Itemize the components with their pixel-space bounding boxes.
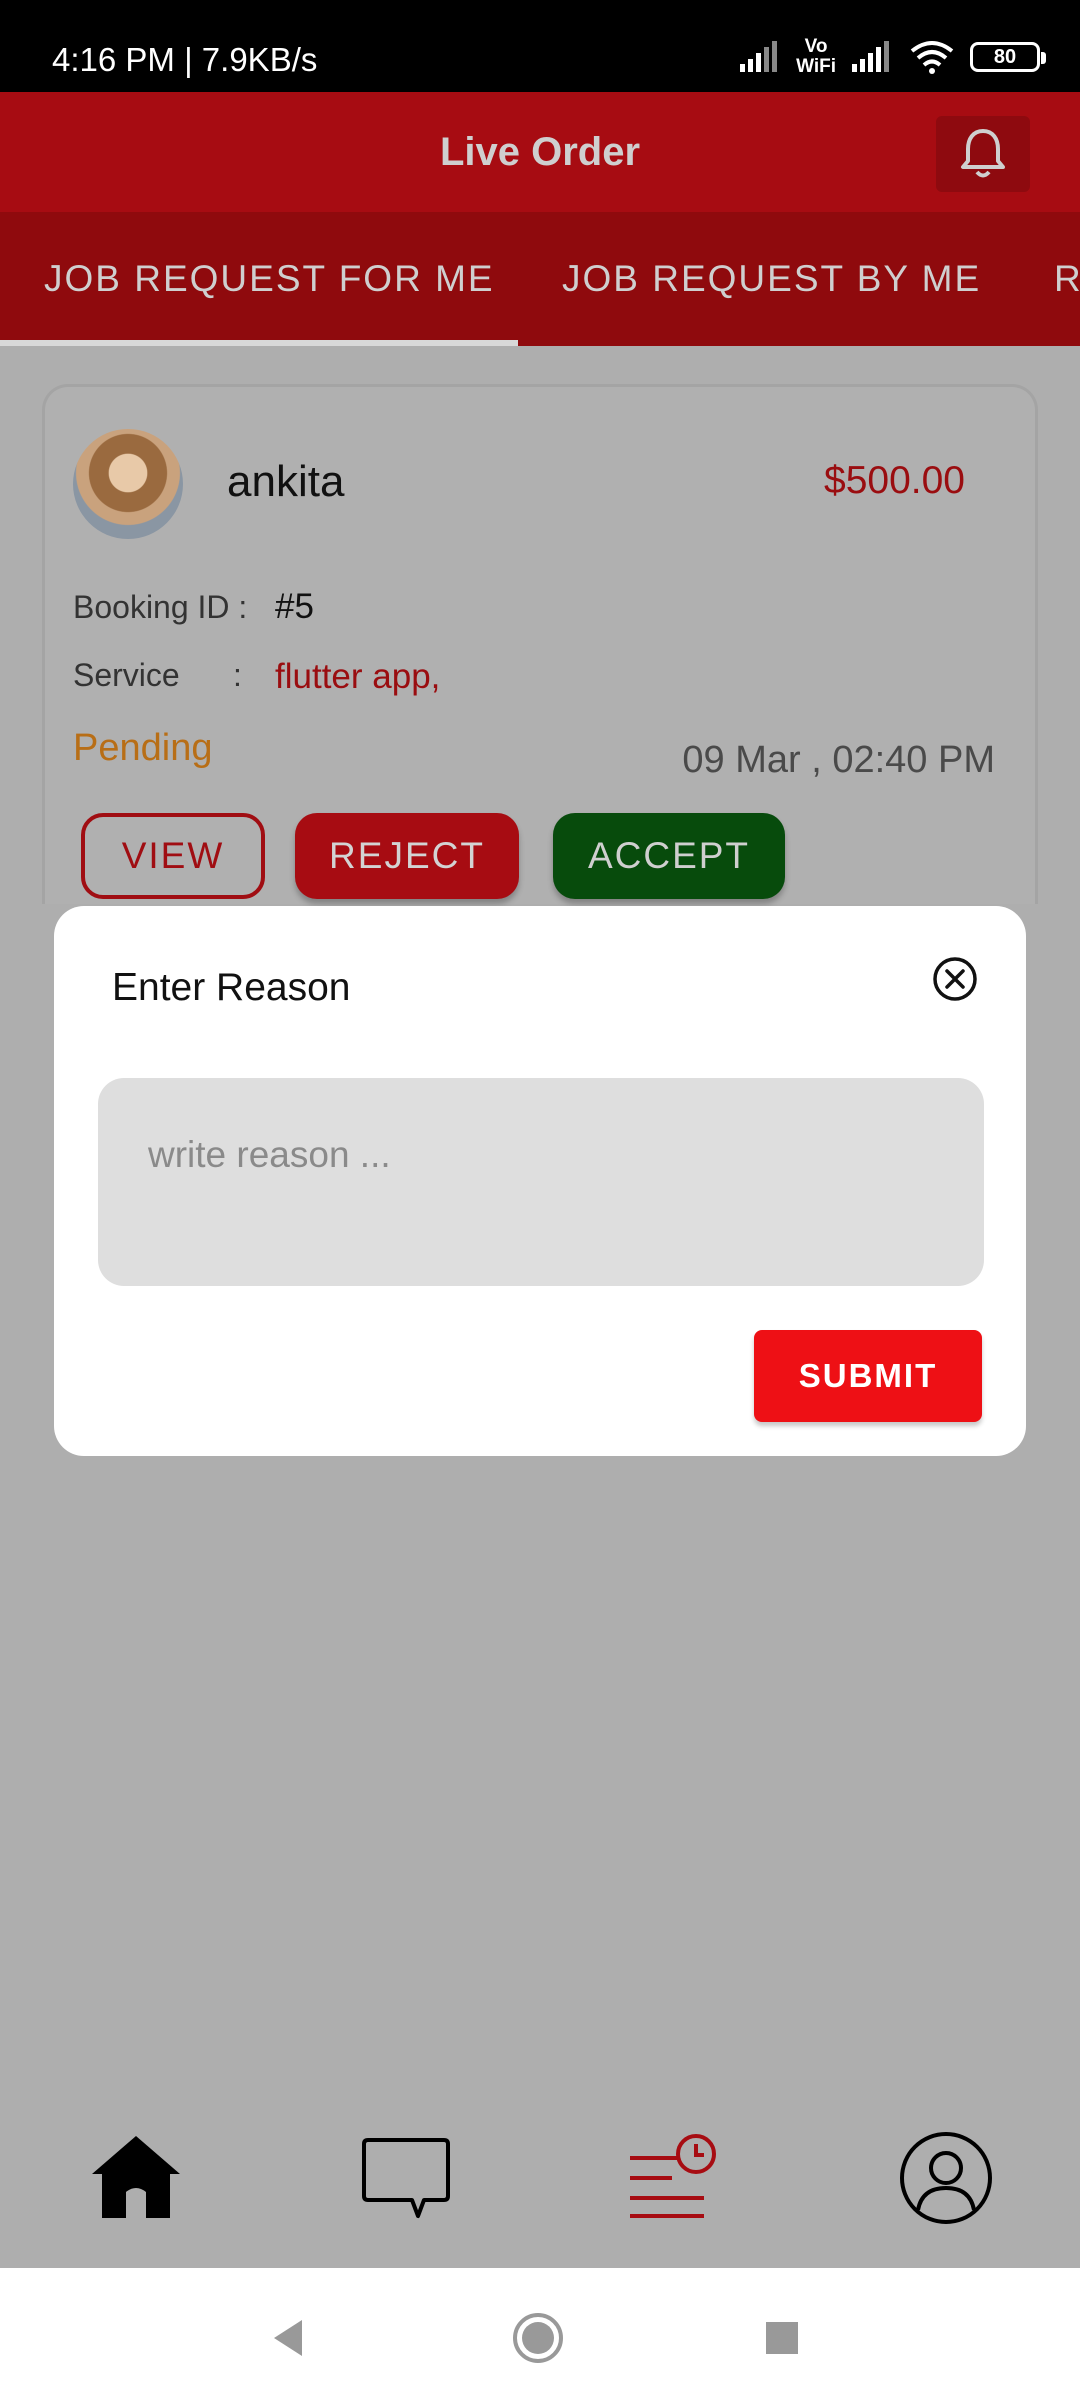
status-time: 4:16 PM | 7.9KB/s (52, 41, 318, 78)
vowifi-indicator: Vo WiFi (796, 36, 836, 77)
nav-profile[interactable] (896, 2128, 996, 2228)
service-value: flutter app, (275, 657, 441, 696)
system-home-button[interactable] (508, 2308, 568, 2368)
order-datetime: 09 Mar , 02:40 PM (682, 739, 995, 781)
booking-id-value: #5 (275, 587, 314, 626)
reject-button[interactable]: REJECT (295, 813, 519, 899)
status-badge: Pending (73, 727, 213, 769)
dialog-title: Enter Reason (112, 966, 351, 1009)
reason-input[interactable] (98, 1078, 984, 1286)
nav-home[interactable] (86, 2128, 186, 2228)
close-icon (933, 957, 977, 1001)
notification-button[interactable] (936, 116, 1030, 192)
wifi-icon (910, 41, 954, 74)
tab-job-request-by-me[interactable]: JOB REQUEST BY ME (562, 212, 981, 346)
order-card: ankita $500.00 Booking ID : #5 Service :… (42, 384, 1038, 904)
nav-chat[interactable] (356, 2128, 456, 2228)
signal-icon (740, 41, 778, 72)
service-label: Service : (73, 657, 242, 693)
status-icons: Vo WiFi 80 (738, 32, 1046, 82)
status-bar: 4:16 PM | 7.9KB/s Vo WiFi 80 (0, 0, 1080, 92)
home-circle-icon (513, 2313, 563, 2363)
accept-button[interactable]: ACCEPT (553, 813, 785, 899)
back-triangle-icon (274, 2320, 302, 2356)
app-header: Live Order (0, 92, 1080, 212)
reason-dialog: Enter Reason write reason ... SUBMIT (54, 906, 1026, 1456)
bottom-nav (0, 2090, 1080, 2268)
system-recents-button[interactable] (752, 2308, 812, 2368)
chat-icon (362, 2138, 450, 2218)
tab-bar: JOB REQUEST FOR ME JOB REQUEST BY ME R (0, 212, 1080, 346)
home-icon (92, 2136, 180, 2218)
order-price: $500.00 (824, 459, 965, 502)
submit-button[interactable]: SUBMIT (754, 1330, 982, 1422)
recents-square-icon (766, 2322, 798, 2354)
avatar (73, 429, 183, 539)
signal-icon (852, 41, 889, 72)
tab-partial[interactable]: R (1054, 212, 1080, 346)
bell-icon (961, 129, 1005, 178)
system-back-button[interactable] (258, 2308, 318, 2368)
orders-icon (630, 2134, 716, 2218)
close-button[interactable] (932, 956, 978, 1002)
page-title: Live Order (439, 130, 641, 174)
view-button[interactable]: VIEW (81, 813, 265, 899)
user-name: ankita (227, 457, 345, 506)
profile-icon (900, 2132, 992, 2224)
nav-orders[interactable] (622, 2128, 722, 2228)
booking-id-label: Booking ID : (73, 589, 248, 625)
tab-job-request-for-me[interactable]: JOB REQUEST FOR ME (44, 212, 495, 346)
system-nav-bar (0, 2268, 1080, 2400)
battery-indicator: 80 (970, 42, 1046, 72)
